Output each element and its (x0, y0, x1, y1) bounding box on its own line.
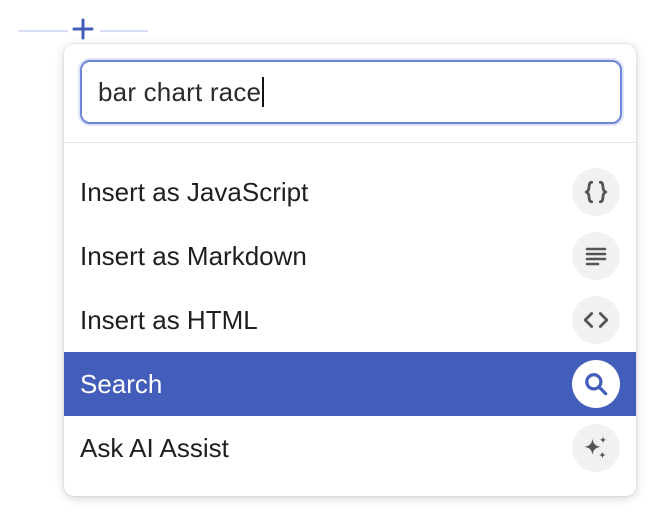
text-caret (262, 77, 265, 107)
search-icon (572, 360, 620, 408)
angle-brackets-icon (572, 296, 620, 344)
sparkle-icon (572, 424, 620, 472)
add-cell-line-left (18, 30, 68, 32)
curly-braces-icon (572, 168, 620, 216)
insert-menu-popup: bar chart race Insert as JavaScript Inse… (64, 44, 636, 496)
search-input-value[interactable]: bar chart race (98, 77, 261, 108)
search-input[interactable]: bar chart race (80, 60, 622, 124)
menu-item-label: Search (80, 368, 163, 399)
divider (64, 142, 636, 143)
menu-item-label: Insert as JavaScript (80, 176, 309, 207)
text-lines-icon (572, 232, 620, 280)
add-cell-line-right (100, 30, 148, 32)
add-cell-button[interactable] (68, 17, 98, 45)
menu-item-label: Insert as HTML (80, 304, 258, 335)
menu-item-label: Insert as Markdown (80, 240, 307, 271)
menu-item-search[interactable]: Search (64, 352, 636, 416)
menu-item-insert-html[interactable]: Insert as HTML (64, 288, 636, 352)
menu-item-insert-javascript[interactable]: Insert as JavaScript (64, 160, 636, 224)
menu-item-insert-markdown[interactable]: Insert as Markdown (64, 224, 636, 288)
plus-icon (71, 17, 95, 46)
menu-item-label: Ask AI Assist (80, 432, 229, 463)
insert-menu-list: Insert as JavaScript Insert as Markdown … (64, 160, 636, 480)
menu-item-ask-ai-assist[interactable]: Ask AI Assist (64, 416, 636, 480)
